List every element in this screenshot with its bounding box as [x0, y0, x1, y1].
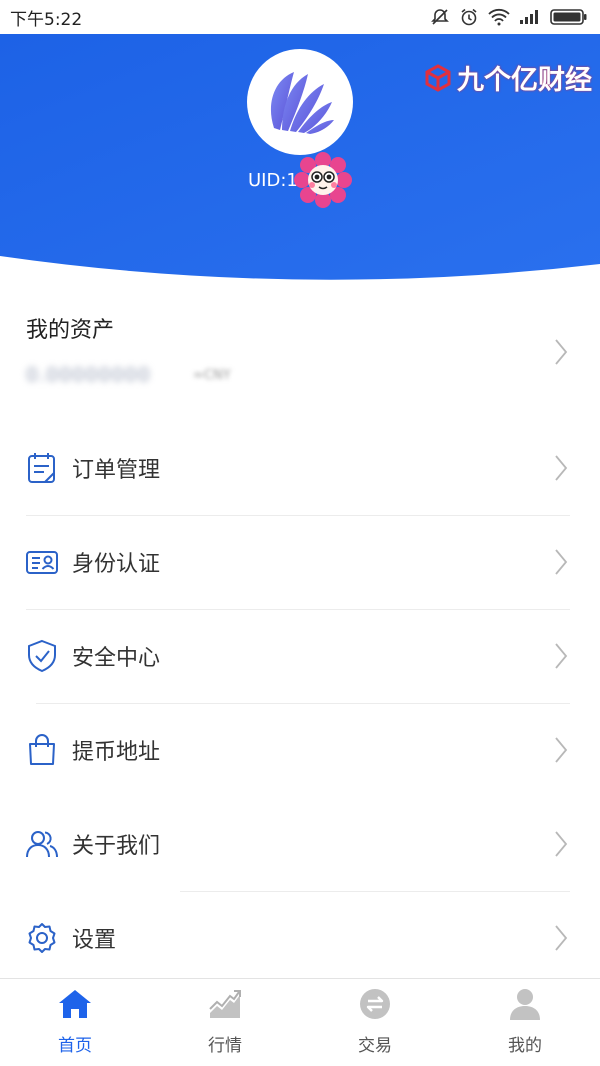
chevron-right-icon — [555, 549, 568, 575]
menu-item-identity[interactable]: 身份认证 — [0, 516, 600, 610]
menu-label-settings: 设置 — [72, 928, 117, 953]
menu-list: 订单管理 身份认证 安全中心 提币地址 关于我们 设置 — [0, 422, 600, 986]
avatar[interactable] — [247, 49, 353, 155]
profile-screen: 下午5:22 九个亿财经 UID:1 我的资产 0.00000000 ≈CNY … — [0, 0, 600, 1066]
menu-item-settings[interactable]: 设置 — [0, 892, 600, 986]
assets-amount: 0.00000000 — [26, 364, 151, 386]
uid-label: UID:1 — [248, 169, 298, 191]
status-icons — [430, 7, 588, 27]
id-card-icon — [26, 551, 58, 574]
battery-icon — [550, 8, 588, 26]
signal-icon — [519, 9, 541, 25]
mute-icon — [430, 7, 450, 27]
menu-item-withdraw-address[interactable]: 提币地址 — [0, 704, 600, 798]
users-icon — [26, 831, 58, 858]
watermark-text: 九个亿财经 — [457, 65, 592, 96]
wifi-icon — [488, 8, 510, 26]
tab-label-mine: 我的 — [508, 1036, 542, 1056]
tab-label-trade: 交易 — [358, 1036, 392, 1056]
menu-label-about-us: 关于我们 — [72, 834, 161, 859]
profile-icon — [510, 989, 540, 1020]
menu-item-security[interactable]: 安全中心 — [0, 610, 600, 704]
tab-mine[interactable]: 我的 — [450, 979, 600, 1066]
menu-item-orders[interactable]: 订单管理 — [0, 422, 600, 516]
assets-unit: ≈CNY — [193, 368, 231, 383]
menu-label-identity: 身份认证 — [72, 552, 161, 577]
market-chart-icon — [209, 990, 241, 1018]
menu-label-withdraw-address: 提币地址 — [72, 740, 161, 765]
bottom-tab-bar: 首页 行情 交易 我的 — [0, 978, 600, 1066]
gear-icon — [28, 923, 56, 953]
tab-label-market: 行情 — [208, 1036, 242, 1056]
chevron-right-icon — [555, 339, 568, 365]
flower-sticker-icon — [293, 152, 352, 208]
watermark-logo: 九个亿财经 — [423, 58, 592, 97]
shopping-bag-icon — [29, 734, 55, 765]
order-list-icon — [28, 453, 55, 483]
assets-title: 我的资产 — [26, 318, 115, 343]
seashell-logo-icon — [270, 72, 334, 134]
menu-label-orders: 订单管理 — [72, 458, 161, 483]
status-time: 下午5:22 — [10, 9, 83, 30]
home-icon — [59, 990, 91, 1018]
chevron-right-icon — [555, 455, 568, 481]
chevron-right-icon — [555, 831, 568, 857]
profile-header: 九个亿财经 UID:1 — [0, 34, 600, 286]
my-assets[interactable]: 我的资产 0.00000000 ≈CNY — [0, 300, 600, 410]
uid-row: UID:1 — [248, 150, 354, 210]
tab-market[interactable]: 行情 — [150, 979, 300, 1066]
exchange-icon — [360, 989, 390, 1019]
tab-trade[interactable]: 交易 — [300, 979, 450, 1066]
tab-home[interactable]: 首页 — [0, 979, 150, 1066]
menu-item-about-us[interactable]: 关于我们 — [0, 798, 600, 892]
chevron-right-icon — [555, 925, 568, 951]
menu-label-security: 安全中心 — [72, 646, 161, 671]
chevron-right-icon — [555, 643, 568, 669]
shield-check-icon — [28, 639, 56, 673]
tab-label-home: 首页 — [58, 1036, 92, 1056]
alarm-icon — [459, 7, 479, 27]
status-bar: 下午5:22 — [0, 0, 600, 34]
chevron-right-icon — [555, 737, 568, 763]
cube-logo-icon — [425, 63, 451, 92]
